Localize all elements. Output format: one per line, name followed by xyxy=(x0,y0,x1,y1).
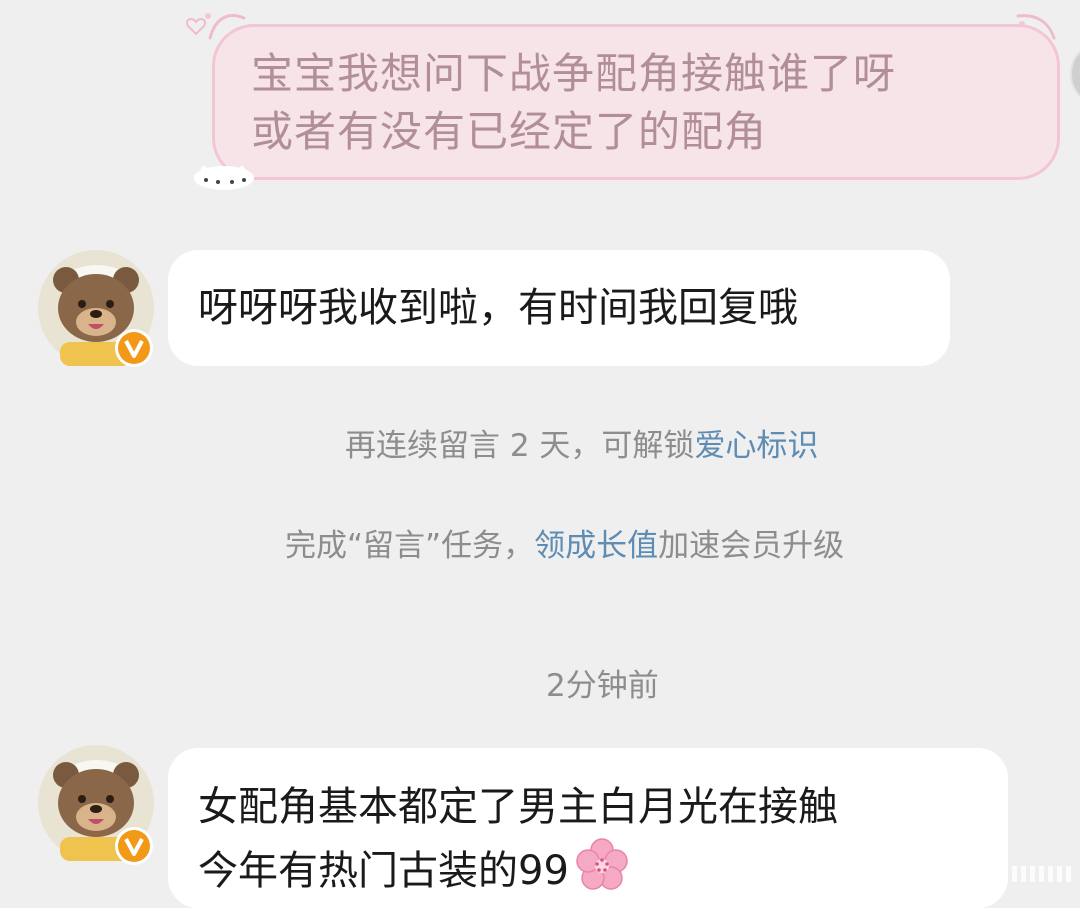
message-timestamp: 2分钟前 xyxy=(546,668,659,704)
cherry-blossom-icon xyxy=(576,838,628,890)
chat-view: 宝宝我想问下战争配角接触谁了呀 或者有没有已经定了的配角 呀呀呀我收到啦，有时间… xyxy=(0,0,1080,908)
streak-notice: 再连续留言 2 天，可解锁爱心标识 xyxy=(345,420,818,465)
claim-growth-value-link[interactable]: 领成长值 xyxy=(534,528,658,564)
verified-v-badge-icon xyxy=(115,329,153,367)
unlock-heart-badge-link[interactable]: 爱心标识 xyxy=(694,428,818,464)
verified-v-badge-icon xyxy=(115,827,153,865)
message-text-line: 今年有热门古装的99 xyxy=(198,836,1008,900)
incoming-message-bubble[interactable]: 呀呀呀我收到啦，有时间我回复哦 xyxy=(168,250,950,366)
watermark-stripes xyxy=(994,866,1071,882)
task-notice: 完成“留言”任务，领成长值加速会员升级 xyxy=(285,520,844,565)
message-text: 女配角基本都定了男主白月光在接触 xyxy=(198,784,838,830)
cat-face-bubble-tail-icon xyxy=(194,165,254,190)
incoming-message-bubble[interactable]: 女配角基本都定了男主白月光在接触 今年有热门古装的99 xyxy=(168,748,1008,908)
notice-text: 再连续留言 2 天，可解锁 xyxy=(345,428,695,464)
message-text: 宝宝我想问下战争配角接触谁了呀 xyxy=(251,49,897,98)
notice-text: 完成“留言”任务， xyxy=(285,528,535,564)
message-text: 今年有热门古装的99 xyxy=(198,848,569,894)
self-avatar[interactable] xyxy=(1070,42,1080,106)
notice-text: 加速会员升级 xyxy=(658,528,845,564)
message-text: 或者有没有已经定了的配角 xyxy=(251,107,768,156)
message-text: 呀呀呀我收到啦，有时间我回复哦 xyxy=(198,285,798,331)
outgoing-message-bubble[interactable]: 宝宝我想问下战争配角接触谁了呀 或者有没有已经定了的配角 xyxy=(212,24,1060,180)
